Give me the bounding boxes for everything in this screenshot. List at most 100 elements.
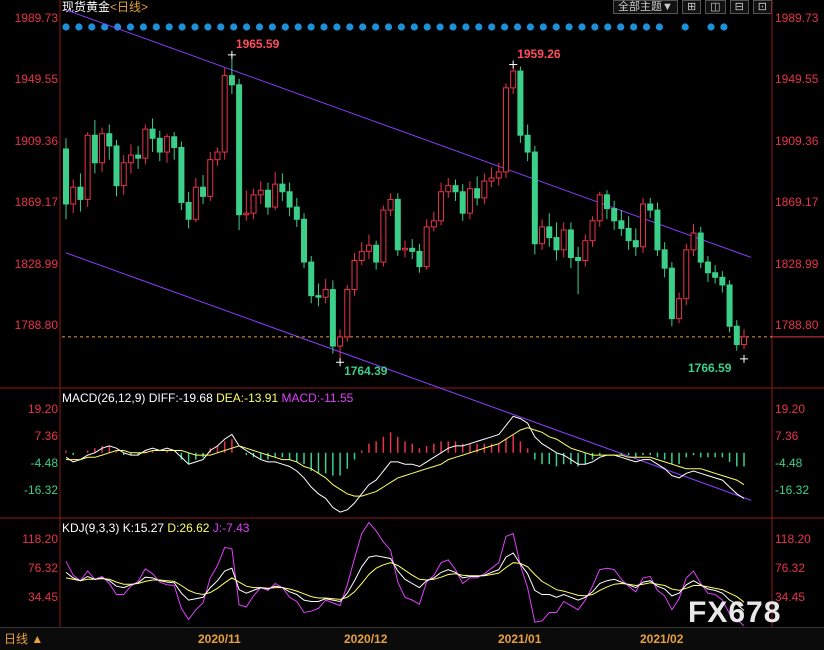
candle-body [502, 87, 509, 173]
candle-body [293, 206, 300, 220]
candle-body [63, 148, 69, 205]
kdj-tick: 118.20 [22, 532, 58, 546]
candle-body [474, 188, 481, 199]
candle-body [603, 194, 610, 210]
kdj-k-value: K:15.27 [122, 521, 165, 535]
candle-body [99, 133, 106, 164]
candle-body [344, 289, 351, 338]
annotation-low-1: 1764.39 [344, 364, 388, 379]
candle-body [135, 154, 142, 159]
candle-body [250, 194, 257, 214]
annotation-low-2: 1766.59 [688, 360, 732, 375]
annotation-high-2: 1959.26 [517, 46, 561, 61]
event-dot [617, 23, 625, 31]
event-dot [513, 23, 522, 31]
date-tick: 2020/11 [198, 632, 241, 646]
event-dot [526, 23, 535, 31]
candle-body [236, 84, 243, 216]
candle-body [308, 261, 315, 297]
event-dot [397, 23, 405, 31]
macd-diff-line [65, 415, 745, 513]
kdj-tick: 118.20 [775, 532, 811, 546]
candle-body [228, 75, 235, 86]
event-dot [281, 23, 289, 31]
macd-tick: 19.20 [27, 402, 58, 416]
event-dot [423, 23, 431, 31]
candle-body [524, 134, 531, 153]
candle-body [661, 249, 668, 269]
kdj-tick: 34.45 [27, 590, 58, 604]
price-tick-left: 1788.80 [14, 318, 58, 332]
event-dot [655, 23, 664, 31]
candle-body [539, 226, 546, 245]
candle-body [712, 272, 719, 278]
candle-body [192, 186, 199, 220]
event-dot [346, 23, 354, 31]
event-dot [565, 23, 573, 31]
candle-body [207, 159, 214, 197]
kdj-title: KDJ(9,3,3) [62, 521, 120, 535]
candle-body [286, 191, 293, 208]
candle-body [91, 134, 98, 164]
candle-body [510, 70, 517, 89]
macd-title: MACD(26,12,9) [62, 391, 146, 405]
event-dot [475, 23, 483, 31]
candle-body [272, 183, 279, 208]
annotation-marker [740, 354, 748, 363]
candle-body [127, 154, 134, 164]
macd-diff-value: DIFF:-19.68 [148, 391, 213, 405]
macd-tick: -16.32 [775, 483, 810, 497]
event-dot [372, 23, 380, 31]
date-tick: 2021/02 [640, 632, 684, 646]
candle-body [163, 136, 170, 153]
annotation-marker [336, 358, 345, 367]
candle-body [264, 189, 271, 208]
candle-body [142, 128, 149, 159]
candle-body [452, 185, 459, 193]
price-tick-right: 1909.36 [775, 133, 819, 148]
event-dot [410, 23, 418, 31]
candle-body [380, 209, 387, 263]
candle-body [70, 186, 77, 205]
candle-body [171, 136, 178, 148]
candle-body [531, 151, 538, 245]
candle-body [654, 209, 661, 251]
candle-body [438, 191, 445, 222]
event-dot [449, 23, 457, 31]
kdj-header: KDJ(9,3,3) K:15.27 D:26.62 J:-7.43 [62, 521, 249, 535]
event-dot [539, 23, 547, 31]
candle-body [697, 232, 704, 263]
candle-body [178, 146, 185, 203]
price-tick-left: 1869.17 [14, 195, 58, 210]
candle-body [445, 185, 452, 193]
event-dot [720, 23, 728, 31]
macd-dea-value: DEA:-13.91 [216, 391, 279, 405]
candle-body [640, 203, 647, 248]
candle-body [481, 180, 488, 199]
event-dot [191, 23, 199, 31]
bottom-bar: 日线 ▲ 2020/11 2020/12 2021/01 2021/02 [0, 627, 824, 650]
macd-tick: 7.36 [775, 429, 799, 443]
price-tick-right: 1949.55 [775, 72, 819, 87]
candle-body [221, 75, 228, 153]
candle-body [683, 249, 690, 300]
candle-body [676, 298, 683, 320]
kdj-d-value: D:26.62 [167, 521, 210, 535]
kdj-tick: 34.45 [775, 590, 806, 604]
event-dot [436, 23, 444, 31]
macd-tick: -16.32 [23, 483, 58, 497]
event-dot [320, 23, 328, 31]
event-dot [255, 23, 264, 31]
candle-body [214, 151, 221, 161]
event-dot [604, 23, 612, 31]
event-dot [139, 23, 147, 31]
candle-body [726, 284, 733, 327]
kdj-j-value: J:-7.43 [212, 521, 250, 535]
candle-body [430, 220, 437, 228]
candle-body [589, 220, 596, 242]
period-button[interactable]: 日线 ▲ [4, 632, 43, 646]
event-dot [707, 23, 715, 31]
event-dot [384, 23, 393, 31]
kdj-tick: 76.32 [27, 561, 58, 575]
candle-body [243, 212, 250, 216]
